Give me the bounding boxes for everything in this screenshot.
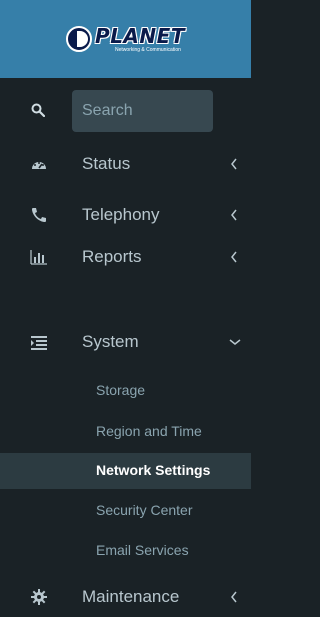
submenu-label: Security Center <box>96 502 193 518</box>
submenu-item-storage[interactable]: Storage <box>0 376 251 406</box>
submenu-item-security-center[interactable]: Security Center <box>0 496 251 526</box>
search-icon[interactable] <box>31 103 45 117</box>
sidebar: PLANET Networking & Communication Status… <box>0 0 251 617</box>
menu-label-system: System <box>82 332 139 351</box>
brand-name: PLANET <box>95 23 185 48</box>
menu-label-telephony: Telephony <box>82 205 160 224</box>
phone-icon <box>32 208 46 222</box>
search-input[interactable] <box>72 90 213 132</box>
list-icon <box>31 336 47 350</box>
submenu-label: Email Services <box>96 542 189 558</box>
chevron-left-icon <box>231 209 237 221</box>
chevron-left-icon <box>231 251 237 263</box>
menu-label-reports: Reports <box>82 247 142 266</box>
chevron-left-icon <box>231 591 237 603</box>
gear-icon <box>31 589 47 605</box>
submenu-item-email-services[interactable]: Email Services <box>0 536 251 566</box>
menu-item-maintenance[interactable]: Maintenance <box>0 577 251 617</box>
menu-item-reports[interactable]: Reports <box>0 237 251 277</box>
submenu-item-region-and-time[interactable]: Region and Time <box>0 417 251 447</box>
chevron-left-icon <box>231 158 237 170</box>
menu-item-status[interactable]: Status <box>0 144 251 184</box>
submenu-label: Storage <box>96 382 146 398</box>
brand-tagline: Networking & Communication <box>115 46 181 53</box>
submenu-item-network-settings[interactable]: Network Settings <box>0 453 251 489</box>
submenu-label: Region and Time <box>96 423 202 439</box>
chevron-down-icon <box>229 339 241 345</box>
planet-logo: PLANET Networking & Communication <box>66 26 185 53</box>
menu-label-status: Status <box>82 154 131 173</box>
menu-item-telephony[interactable]: Telephony <box>0 195 251 235</box>
bar-chart-icon <box>30 250 47 265</box>
logo-header[interactable]: PLANET Networking & Communication <box>0 0 251 78</box>
search-row <box>0 88 251 134</box>
planet-logo-mark <box>66 26 93 52</box>
menu-label-maintenance: Maintenance <box>82 587 180 606</box>
dashboard-gauge-icon <box>32 162 46 169</box>
submenu-label: Network Settings <box>96 462 211 478</box>
menu-item-system[interactable]: System <box>0 322 251 362</box>
